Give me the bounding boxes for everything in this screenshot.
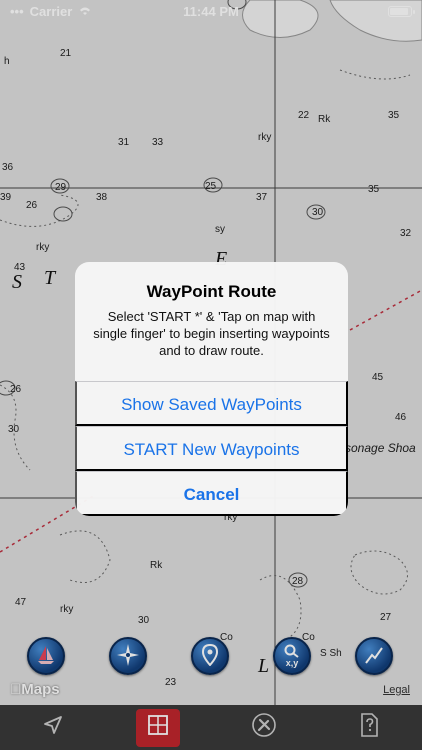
start-new-waypoints-button[interactable]: START New Waypoints xyxy=(75,426,348,471)
cancel-button[interactable]: Cancel xyxy=(75,471,348,516)
alert-message: Select 'START *' & 'Tap on map with sing… xyxy=(93,309,330,358)
alert-title: WayPoint Route xyxy=(146,282,277,301)
show-saved-waypoints-button[interactable]: Show Saved WayPoints xyxy=(75,381,348,426)
waypoint-route-alert: WayPoint Route Select 'START *' & 'Tap o… xyxy=(75,262,348,516)
